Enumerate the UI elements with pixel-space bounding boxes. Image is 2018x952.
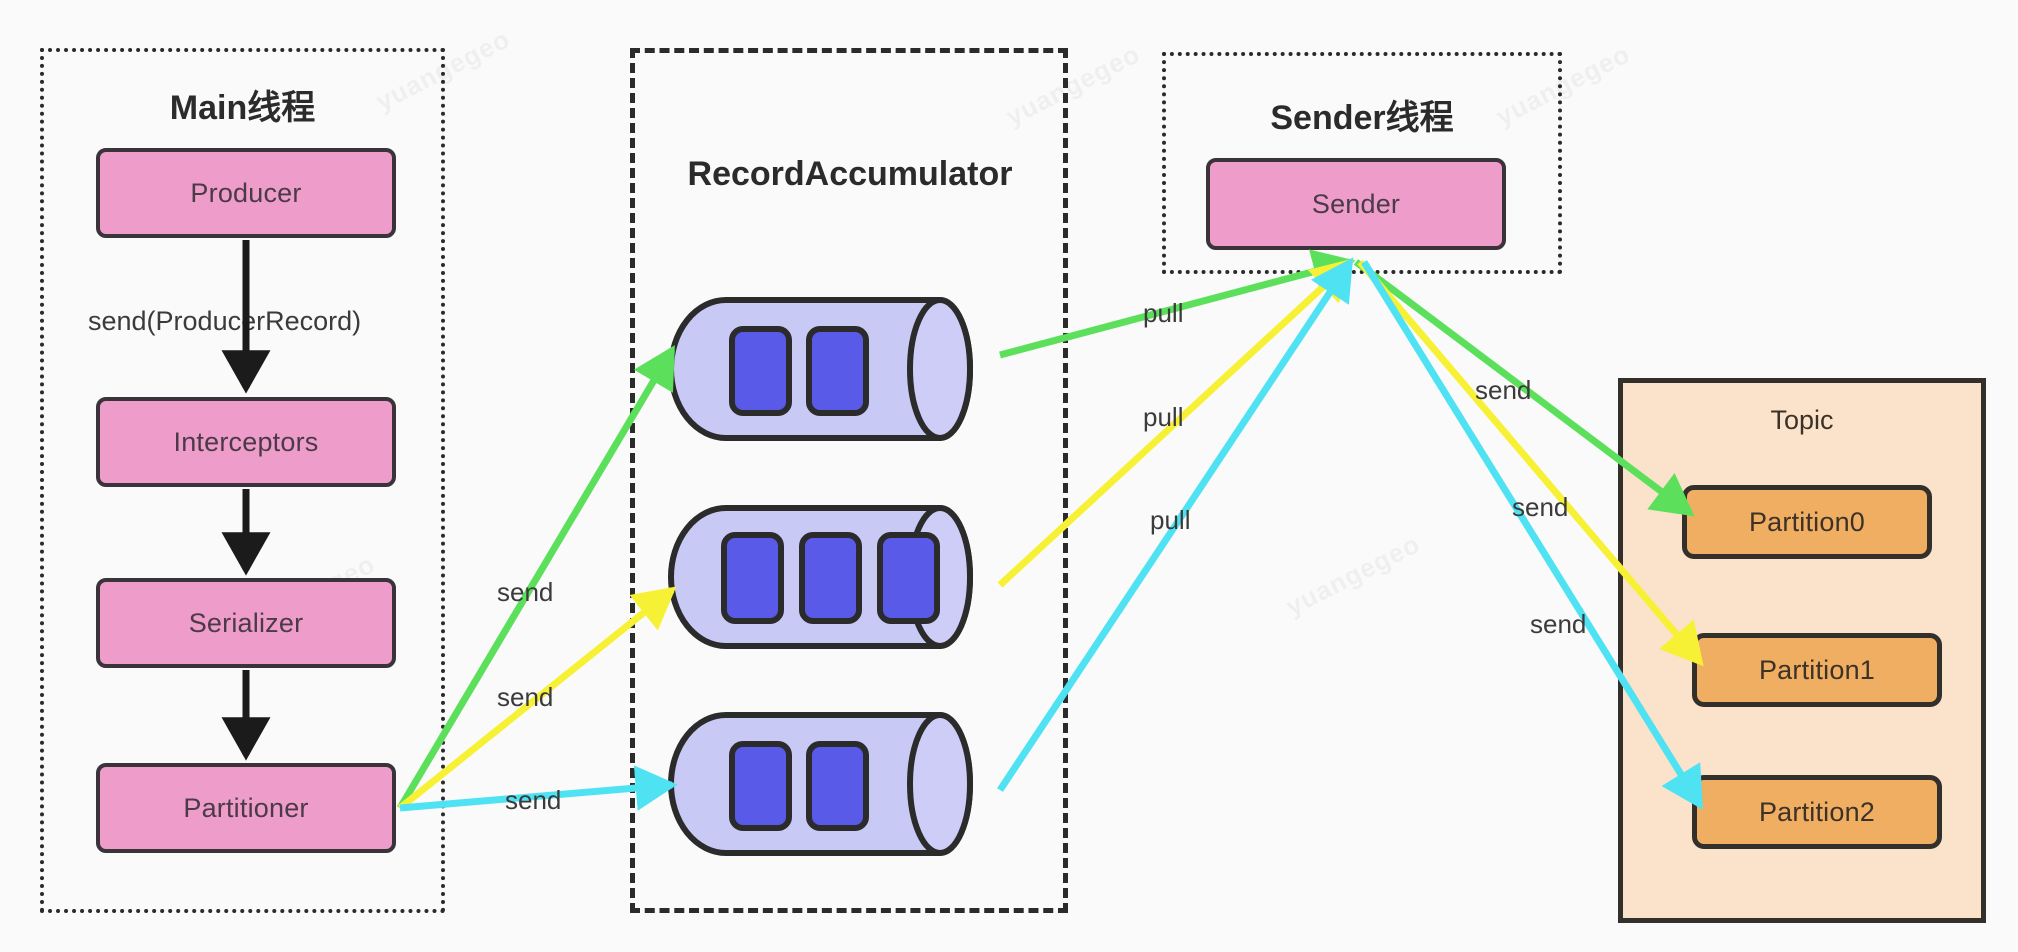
record-batch (877, 532, 940, 624)
node-serializer-label: Serializer (188, 607, 304, 638)
deque-cap (907, 296, 973, 442)
deque-1[interactable] (668, 504, 998, 650)
edge-label-send-deque-0: send (497, 577, 554, 607)
topic-label: Topic (1770, 405, 1834, 435)
node-interceptors[interactable]: Interceptors (96, 397, 396, 487)
node-partitioner[interactable]: Partitioner (96, 763, 396, 853)
node-producer-label: Producer (190, 177, 302, 208)
partition-1[interactable]: Partition1 (1692, 633, 1942, 707)
record-batch (729, 741, 792, 831)
node-sender[interactable]: Sender (1206, 158, 1506, 250)
partition-0-label: Partition0 (1748, 506, 1866, 537)
group-sender-thread-title: Sender线程 (1270, 99, 1454, 137)
node-partitioner-label: Partitioner (183, 792, 309, 823)
partition-2-label: Partition2 (1758, 796, 1876, 827)
record-batch (806, 326, 869, 416)
edge-label-send-producer-record: send(ProducerRecord) (88, 306, 362, 336)
node-serializer[interactable]: Serializer (96, 578, 396, 668)
node-sender-label: Sender (1311, 188, 1401, 219)
edge-label-pull-deque-2: pull (1150, 505, 1191, 535)
diagram-canvas: yuangegeo yuangegeo yuangegeo yuangegeo … (0, 0, 2018, 952)
edge-label-send-partition-1: send (1512, 492, 1569, 522)
deque-2[interactable] (668, 711, 998, 857)
group-record-accumulator-title: RecordAccumulator (687, 155, 1013, 193)
record-batch (799, 532, 862, 624)
edge-label-send-partition-2: send (1530, 609, 1587, 639)
node-interceptors-label: Interceptors (173, 426, 319, 457)
edge-label-pull-deque-1: pull (1143, 402, 1184, 432)
record-batch (729, 326, 792, 416)
edge-label-send-partition-0: send (1475, 375, 1532, 405)
watermark: yuangegeo (1281, 528, 1425, 622)
edge-label-send-deque-1: send (497, 682, 554, 712)
node-producer[interactable]: Producer (96, 148, 396, 238)
record-batch (721, 532, 784, 624)
deque-0[interactable] (668, 296, 998, 442)
group-main-thread-title: Main线程 (169, 89, 316, 127)
partition-1-label: Partition1 (1758, 654, 1876, 685)
record-batch (806, 741, 869, 831)
edge-label-send-deque-2: send (505, 785, 562, 815)
edge-label-pull-deque-0: pull (1143, 298, 1184, 328)
partition-2[interactable]: Partition2 (1692, 775, 1942, 849)
partition-0[interactable]: Partition0 (1682, 485, 1932, 559)
deque-cap (907, 711, 973, 857)
